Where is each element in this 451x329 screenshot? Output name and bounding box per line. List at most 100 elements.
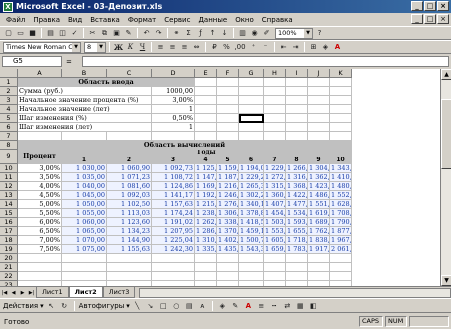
calc-value[interactable]: 1 081,60 [107,182,152,191]
calc-value[interactable]: 1 147,52 [195,173,217,182]
calc-value[interactable]: 1 035,00 [62,173,107,182]
calc-value[interactable]: 1 368,57 [286,182,308,191]
empty-cell[interactable] [308,123,330,132]
maximize-button[interactable]: □ [424,1,436,11]
input-label[interactable]: Шаг изменения (%) [18,114,152,123]
doc-close-button[interactable]: × [437,14,449,24]
empty-cell[interactable] [107,132,152,141]
empty-cell[interactable] [239,132,264,141]
percent-value[interactable]: 7,00% [18,236,62,245]
scroll-down-icon[interactable]: ▼ [441,275,451,286]
calc-value[interactable]: 1 605,78 [264,236,286,245]
empty-cell[interactable] [330,272,352,281]
sheet-tab-active[interactable]: Лист2 [68,287,103,298]
calc-value[interactable]: 1 108,72 [152,173,195,182]
empty-cell[interactable] [330,114,352,123]
empty-cell[interactable] [286,114,308,123]
empty-cell[interactable] [152,254,195,263]
calc-value[interactable]: 1 265,32 [239,182,264,191]
row-header[interactable]: 5 [0,114,18,123]
calc-value[interactable]: 1 070,00 [62,236,107,245]
percent-value[interactable]: 6,50% [18,227,62,236]
row-header[interactable]: 14 [0,200,18,209]
calc-value[interactable]: 1 402,55 [217,236,239,245]
calc-value[interactable]: 1 238,82 [195,209,217,218]
zoom-select[interactable]: 100% ▼ [275,27,313,39]
close-button[interactable]: × [437,1,449,11]
calc-value[interactable]: 1 124,86 [152,182,195,191]
empty-cell[interactable] [195,87,217,96]
calc-value[interactable]: 1 503,63 [264,218,286,227]
menu-item[interactable]: Правка [29,16,64,24]
calc-value[interactable]: 1 125,51 [195,164,217,173]
undo-icon[interactable]: ↶ [141,28,152,39]
bold-button[interactable]: Ж [113,42,124,53]
empty-cell[interactable] [217,272,239,281]
empty-cell[interactable] [239,272,264,281]
calc-value[interactable]: 1 655,00 [286,227,308,236]
empty-cell[interactable] [195,263,217,272]
line-icon[interactable]: ╲ [132,300,143,311]
autoshapes-menu[interactable]: Автофигуры [79,302,125,310]
empty-cell[interactable] [18,254,62,263]
empty-cell[interactable] [330,254,352,263]
calc-value[interactable]: 1 552,97 [330,191,352,200]
row-header[interactable]: 1 [0,78,18,87]
calc-value[interactable]: 1 553,99 [264,227,286,236]
empty-cell[interactable] [286,96,308,105]
merge-center-icon[interactable]: ⇔ [191,42,202,53]
calc-value[interactable]: 1 092,03 [107,191,152,200]
align-right-icon[interactable]: ≡ [179,42,190,53]
empty-cell[interactable] [264,105,286,114]
calc-value[interactable]: 1 174,24 [152,209,195,218]
empty-cell[interactable] [18,263,62,272]
dash-style-icon[interactable]: ┅ [269,300,280,311]
calc-value[interactable]: 2 061,03 [330,245,352,254]
calc-value[interactable]: 1 187,69 [217,173,239,182]
calc-value[interactable]: 1 246,18 [217,191,239,200]
calc-value[interactable]: 1 480,24 [330,182,352,191]
percent-value[interactable]: 3,50% [18,173,62,182]
calc-value[interactable]: 1 123,60 [107,218,152,227]
empty-cell[interactable] [152,272,195,281]
empty-cell[interactable] [18,132,62,141]
calc-value[interactable]: 1 718,19 [286,236,308,245]
row-header[interactable]: 13 [0,191,18,200]
empty-cell[interactable] [330,263,352,272]
empty-cell[interactable] [217,105,239,114]
menu-item[interactable]: Справка [258,16,297,24]
row-header[interactable]: 4 [0,105,18,114]
calc-value[interactable]: 1 340,10 [239,200,264,209]
calc-value[interactable]: 1 454,68 [264,209,286,218]
calc-value[interactable]: 1 360,86 [264,191,286,200]
scroll-up-icon[interactable]: ▲ [441,69,451,80]
empty-cell[interactable] [264,114,286,123]
calc-value[interactable]: 1 967,15 [330,236,352,245]
first-sheet-icon[interactable]: |◀ [0,288,9,298]
empty-cell[interactable] [330,78,352,87]
doc-minimize-button[interactable]: _ [411,14,423,24]
italic-button[interactable]: К [125,42,136,53]
calc-value[interactable]: 1 477,46 [286,200,308,209]
empty-cell[interactable] [217,132,239,141]
row-header[interactable]: 16 [0,218,18,227]
actions-menu[interactable]: Действия [3,302,38,310]
calc-value[interactable]: 1 207,95 [152,227,195,236]
horizontal-scrollbar[interactable] [139,287,451,298]
column-header[interactable]: B [62,69,107,78]
empty-cell[interactable] [152,263,195,272]
cut-icon[interactable]: ✂ [87,28,98,39]
empty-cell[interactable] [286,87,308,96]
empty-cell[interactable] [286,123,308,132]
empty-cell[interactable] [264,123,286,132]
menu-item[interactable]: Формат [124,16,160,24]
menu-item[interactable]: Окно [231,16,258,24]
row-header[interactable]: 3 [0,96,18,105]
arrow-icon[interactable]: ↘ [145,300,156,311]
sort-desc-icon[interactable]: ↓ [219,28,230,39]
calc-value[interactable]: 1 157,63 [152,200,195,209]
row-header[interactable]: 12 [0,182,18,191]
empty-cell[interactable] [308,105,330,114]
empty-cell[interactable] [286,263,308,272]
empty-cell[interactable] [62,272,107,281]
